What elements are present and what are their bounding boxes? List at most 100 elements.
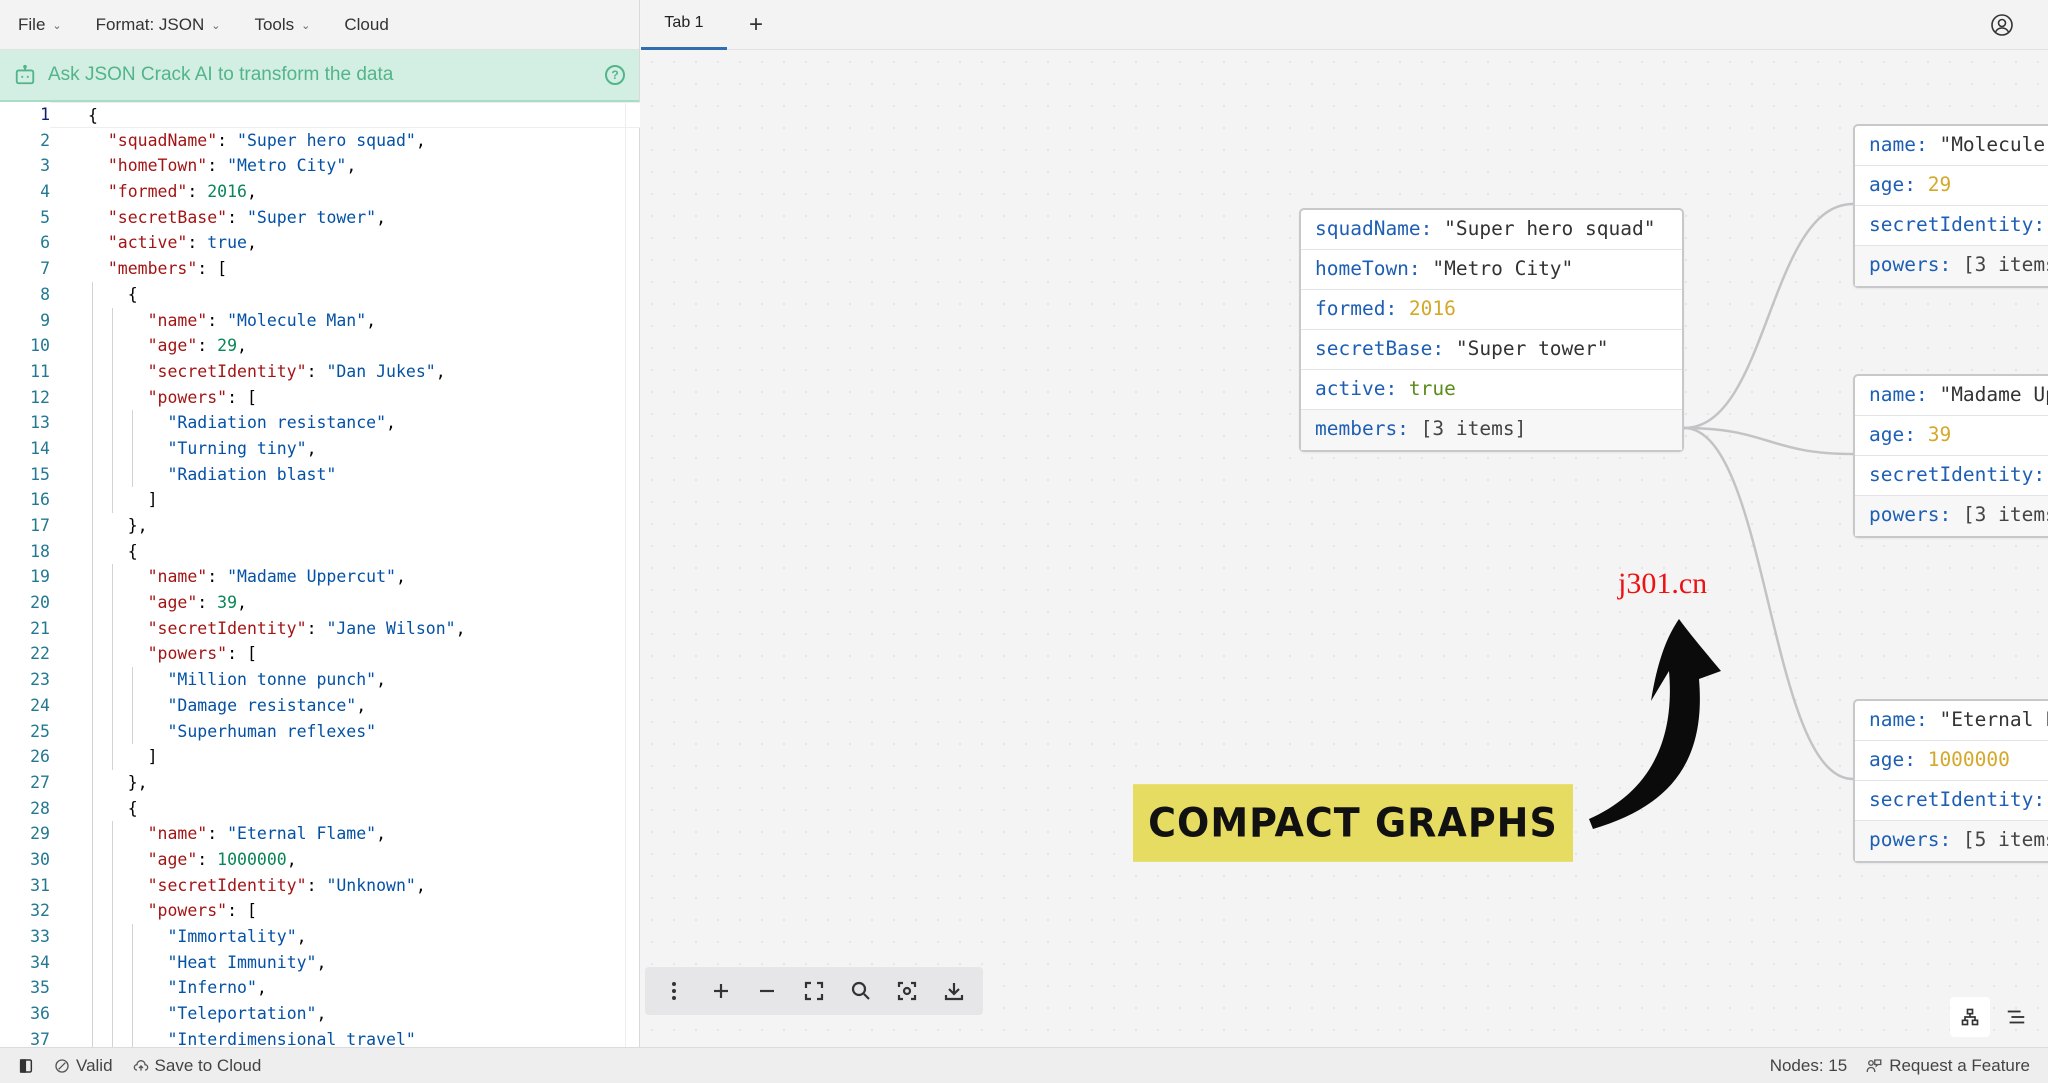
line-number: 11 (30, 361, 50, 381)
code-line[interactable]: 2 "squadName": "Super hero squad", (0, 128, 640, 154)
code-token: , (376, 670, 387, 690)
code-line[interactable]: 15 "Radiation blast" (0, 461, 640, 488)
code-line[interactable]: 9 "name": "Molecule Man", (0, 307, 640, 334)
code-token: "Metro City" (227, 156, 347, 176)
code-line[interactable]: 26 ] (0, 744, 640, 770)
line-number: 18 (30, 541, 50, 561)
zoom-out-button[interactable] (751, 975, 783, 1007)
line-number: 29 (30, 824, 50, 844)
code-line[interactable]: 5 "secretBase": "Super tower", (0, 205, 640, 231)
code-line[interactable]: 4 "formed": 2016, (0, 179, 640, 205)
menu-file[interactable]: File ⌄ (18, 15, 62, 35)
indent-guide (111, 1001, 113, 1027)
download-button[interactable] (938, 975, 970, 1007)
code-line[interactable]: 25 "Superhuman reflexes" (0, 718, 640, 745)
help-circle-icon[interactable]: ? (605, 65, 625, 85)
graph-canvas[interactable]: j301.cn COMPACT GRAPHS squadName: "Super… (641, 51, 2048, 1047)
code-line[interactable]: 29 "name": "Eternal Flame", (0, 821, 640, 847)
focus-button[interactable] (891, 975, 923, 1007)
node-value: "Super hero squad" (1444, 217, 1656, 240)
code-line[interactable]: 36 "Teleportation", (0, 1001, 640, 1027)
indent-guide (111, 590, 113, 616)
code-line[interactable]: 1{ (0, 102, 640, 128)
code-line[interactable]: 18 { (0, 538, 640, 565)
menu-tools[interactable]: Tools ⌄ (254, 15, 310, 35)
fit-view-button[interactable] (798, 975, 830, 1007)
json-crack-app: File ⌄ Format: JSON ⌄ Tools ⌄ Cloud Ask … (0, 0, 2048, 1083)
code-token: "Superhuman reflexes" (167, 721, 377, 741)
add-tab-button[interactable]: + (749, 11, 763, 39)
code-text: "secretIdentity": "Jane Wilson", (50, 615, 640, 642)
code-line[interactable]: 14 "Turning tiny", (0, 435, 640, 462)
code-line[interactable]: 23 "Million tonne punch", (0, 667, 640, 693)
tree-view-button[interactable] (1996, 997, 2036, 1037)
menu-cloud[interactable]: Cloud (344, 15, 388, 35)
menu-format[interactable]: Format: JSON ⌄ (96, 15, 221, 35)
zoom-in-button[interactable] (705, 975, 737, 1007)
code-text: "Heat Immunity", (50, 949, 640, 976)
code-line[interactable]: 20 "age": 39, (0, 590, 640, 616)
root-node[interactable]: squadName: "Super hero squad" homeTown: "… (1299, 208, 1684, 452)
code-line[interactable]: 8 { (0, 281, 640, 308)
graph-view-button[interactable] (1950, 997, 1990, 1037)
code-line[interactable]: 19 "name": "Madame Uppercut", (0, 564, 640, 591)
code-line[interactable]: 16 ] (0, 487, 640, 513)
editor-scrollbar[interactable] (625, 102, 639, 1047)
code-line[interactable]: 27 }, (0, 769, 640, 796)
indent-guide (91, 333, 93, 359)
code-token: "Inferno" (167, 978, 257, 998)
search-icon (851, 981, 870, 1000)
code-line[interactable]: 37 "Interdimensional travel" (0, 1026, 640, 1047)
code-token: , (435, 361, 446, 381)
code-token: : [ (227, 644, 257, 664)
node-key: name: (1869, 708, 1940, 731)
code-text: }, (50, 513, 640, 539)
code-token: "members" (107, 259, 198, 279)
code-line[interactable]: 10 "age": 29, (0, 333, 640, 359)
code-line[interactable]: 22 "powers": [ (0, 641, 640, 668)
member-node[interactable]: name: "Madame Uppercut"age: 39secretIden… (1853, 374, 2048, 538)
save-to-cloud-button[interactable]: Save to Cloud (133, 1056, 261, 1076)
line-number: 30 (30, 849, 50, 869)
node-key: squadName: (1315, 217, 1445, 240)
code-line[interactable]: 34 "Heat Immunity", (0, 949, 640, 976)
member-node[interactable]: name: "Eternal Flame"age: 1000000secretI… (1853, 699, 2048, 863)
ai-prompt-bar[interactable]: Ask JSON Crack AI to transform the data … (0, 50, 639, 102)
code-line[interactable]: 24 "Damage resistance", (0, 692, 640, 719)
search-button[interactable] (845, 975, 877, 1007)
toggle-editor-button[interactable] (18, 1058, 34, 1074)
code-line[interactable]: 13 "Radiation resistance", (0, 410, 640, 436)
tab-1[interactable]: Tab 1 (641, 0, 727, 50)
request-feature-link[interactable]: Request a Feature (1865, 1056, 2030, 1076)
node-row-powers[interactable]: powers: [5 items] (1855, 821, 2048, 861)
code-line[interactable]: 11 "secretIdentity": "Dan Jukes", (0, 358, 640, 385)
line-number: 10 (30, 336, 50, 356)
code-token: "Immortality" (167, 927, 297, 946)
code-line[interactable]: 28 { (0, 795, 640, 822)
more-vertical-icon (672, 982, 677, 1000)
indent-guide (91, 590, 93, 616)
member-node[interactable]: name: "Molecule Man"age: 29secretIdentit… (1853, 124, 2048, 288)
code-line[interactable]: 7 "members": [ (0, 256, 640, 282)
user-account-icon[interactable] (1990, 13, 2014, 37)
json-code-editor[interactable]: 1{2 "squadName": "Super hero squad", 3 "h… (0, 102, 640, 1047)
code-line[interactable]: 6 "active": true, (0, 230, 640, 256)
code-line[interactable]: 35 "Inferno", (0, 975, 640, 1002)
code-line[interactable]: 3 "homeTown": "Metro City", (0, 153, 640, 179)
more-options-button[interactable] (658, 975, 690, 1007)
code-line[interactable]: 30 "age": 1000000, (0, 846, 640, 873)
code-line[interactable]: 21 "secretIdentity": "Jane Wilson", (0, 615, 640, 642)
node-row-members[interactable]: members: [3 items] (1301, 410, 1682, 450)
code-token: { (127, 284, 138, 304)
code-token: "formed" (107, 182, 188, 202)
node-row-powers[interactable]: powers: [3 items] (1855, 246, 2048, 286)
line-number: 12 (30, 387, 50, 407)
code-line[interactable]: 31 "secretIdentity": "Unknown", (0, 872, 640, 899)
valid-label: Valid (76, 1055, 113, 1075)
code-token: "Damage resistance" (167, 695, 357, 715)
code-line[interactable]: 32 "powers": [ (0, 898, 640, 924)
code-line[interactable]: 17 }, (0, 513, 640, 539)
node-row-powers[interactable]: powers: [3 items] (1855, 496, 2048, 536)
code-line[interactable]: 12 "powers": [ (0, 384, 640, 411)
code-line[interactable]: 33 "Immortality", (0, 924, 640, 950)
